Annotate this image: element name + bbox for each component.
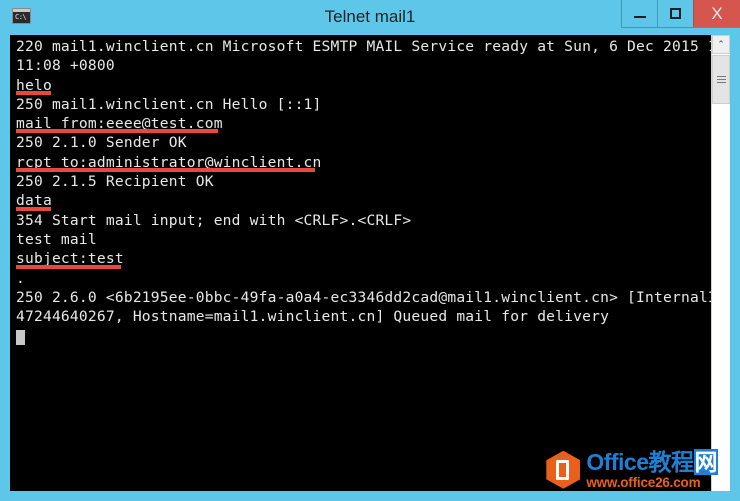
- minimize-icon: [633, 16, 646, 18]
- terminal-lines: 220 mail1.winclient.cn Microsoft ESMTP M…: [16, 37, 730, 326]
- terminal-line: subject:test: [16, 249, 716, 269]
- terminal-line-text: 250 2.1.5 Recipient OK: [16, 173, 214, 191]
- terminal-line-text: 47244640267, Hostname=mail1.winclient.cn…: [16, 308, 610, 326]
- terminal-line: 220 mail1.winclient.cn Microsoft ESMTP M…: [16, 37, 730, 56]
- minimize-button[interactable]: [621, 0, 657, 28]
- terminal-line-text: 250 2.1.0 Sender OK: [16, 134, 187, 152]
- terminal-line: data: [16, 191, 716, 211]
- terminal-line-text: 250 2.6.0 <6b2195ee-0bbc-49fa-a0a4-ec334…: [16, 288, 730, 306]
- maximize-button[interactable]: [657, 0, 693, 28]
- terminal-line-text: 220 mail1.winclient.cn Microsoft ESMTP M…: [16, 38, 730, 55]
- window-titlebar[interactable]: C:\ Telnet mail1 X: [0, 0, 740, 33]
- window-controls: X: [621, 0, 740, 28]
- terminal-scrollbar[interactable]: ⌃: [711, 35, 730, 491]
- scrollbar-thumb[interactable]: [712, 55, 730, 104]
- terminal-line-text: 354 Start mail input; end with <CRLF>.<C…: [16, 211, 412, 229]
- terminal-line: 250 2.1.5 Recipient OK: [16, 172, 716, 191]
- terminal-output-area[interactable]: 220 mail1.winclient.cn Microsoft ESMTP M…: [10, 35, 730, 491]
- terminal-line: mail from:eeee@test.com: [16, 114, 716, 134]
- terminal-line: helo: [16, 76, 716, 95]
- telnet-window: C:\ Telnet mail1 X 220 mail1.winclient.c…: [0, 0, 740, 501]
- scroll-up-arrow-icon[interactable]: ⌃: [712, 35, 730, 54]
- terminal-cursor: [16, 329, 25, 345]
- terminal-line: test mail: [16, 230, 716, 249]
- terminal-line: 354 Start mail input; end with <CRLF>.<C…: [16, 211, 716, 230]
- console-frame: 220 mail1.winclient.cn Microsoft ESMTP M…: [8, 33, 732, 493]
- terminal-line-text: 250 mail1.winclient.cn Hello [::1]: [16, 95, 322, 113]
- terminal-line: 250 mail1.winclient.cn Hello [::1]: [16, 95, 716, 114]
- maximize-icon: [670, 8, 681, 19]
- grip-lines-icon: [716, 74, 726, 85]
- terminal-line-text: 11:08 +0800: [16, 57, 115, 75]
- window-bottom-border: [0, 493, 740, 501]
- terminal-line: 250 2.1.0 Sender OK: [16, 133, 716, 152]
- console-icon-prompt: C:\: [15, 13, 27, 21]
- terminal-line-text: .: [16, 269, 25, 287]
- terminal-line: 11:08 +0800: [16, 56, 716, 75]
- terminal-line: rcpt to:administrator@winclient.cn: [16, 153, 716, 173]
- terminal-line: 250 2.6.0 <6b2195ee-0bbc-49fa-a0a4-ec334…: [16, 288, 730, 307]
- terminal-line: .: [16, 269, 716, 288]
- console-icon: C:\: [12, 8, 31, 24]
- close-button[interactable]: X: [693, 0, 740, 28]
- terminal-line-text: test mail: [16, 230, 97, 248]
- terminal-line: 47244640267, Hostname=mail1.winclient.cn…: [16, 307, 716, 326]
